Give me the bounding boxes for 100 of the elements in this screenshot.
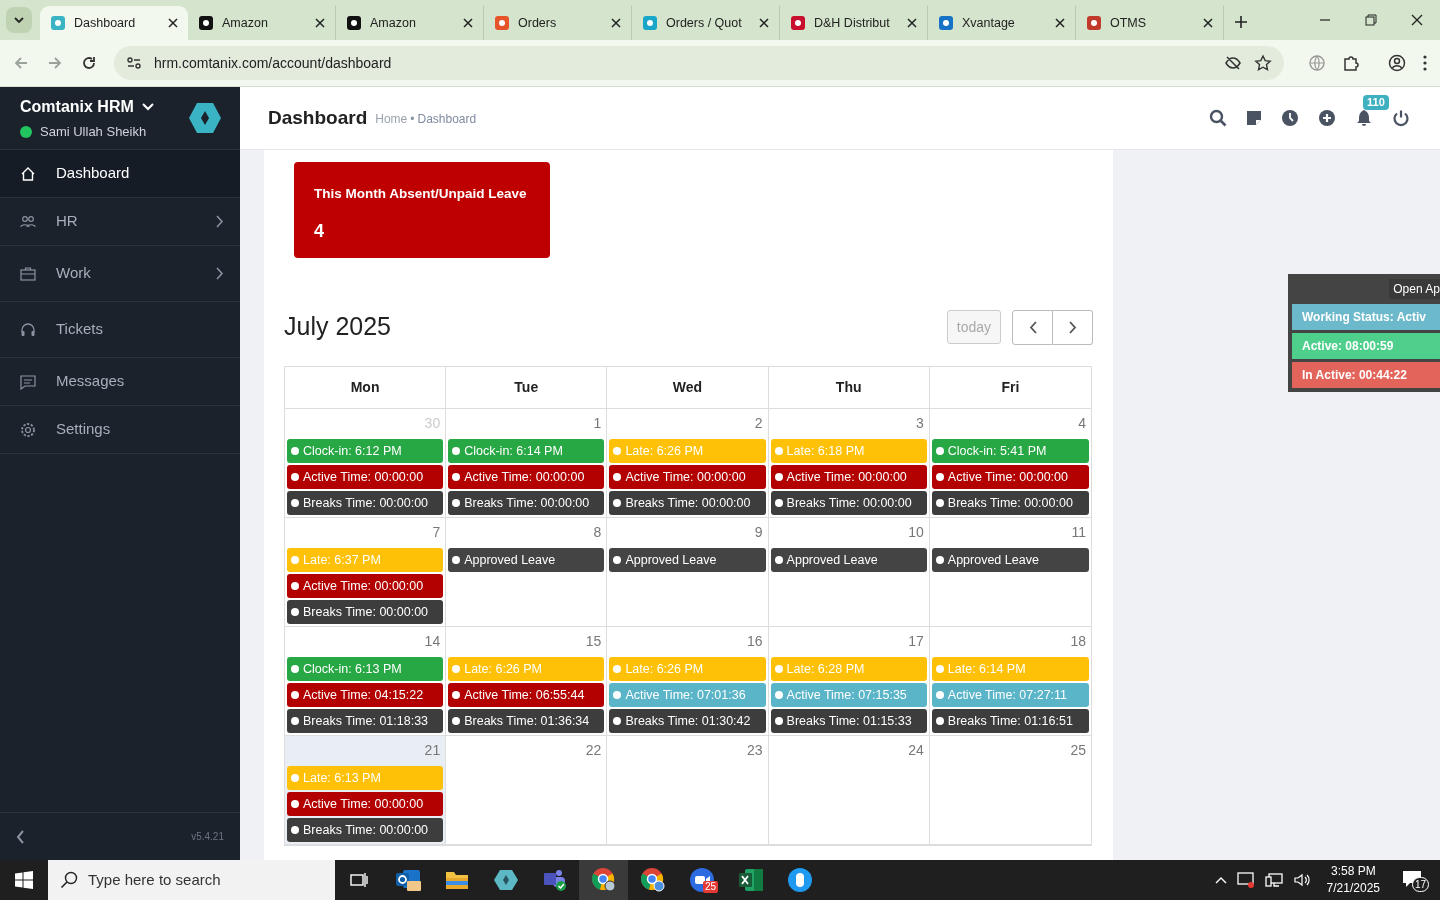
day-number[interactable]: 23 [609, 741, 766, 759]
calendar-event[interactable]: Breaks Time: 01:18:33 [287, 709, 444, 733]
calendar-event[interactable]: Active Time: 00:00:00 [287, 465, 444, 489]
calendar-event[interactable]: Approved Leave [770, 548, 927, 572]
tab-title: Orders [518, 14, 558, 32]
tab-title: Amazon [370, 14, 417, 32]
calendar-event[interactable]: Breaks Time: 01:15:33 [770, 709, 927, 733]
menu-icon[interactable] [1422, 55, 1428, 71]
day-number[interactable]: 2 [609, 414, 766, 432]
calendar-event[interactable]: Active Time: 00:00:00 [931, 465, 1089, 489]
power-icon[interactable] [1392, 109, 1410, 127]
calendar-event[interactable]: Breaks Time: 01:30:42 [609, 709, 766, 733]
calendar-event[interactable]: Breaks Time: 00:00:00 [287, 491, 444, 515]
windows-start-icon[interactable] [15, 871, 33, 889]
day-number[interactable]: 7 [287, 523, 444, 541]
day-number[interactable]: 21 [287, 741, 444, 759]
clock-icon[interactable] [1281, 109, 1299, 127]
calendar-event[interactable]: Approved Leave [609, 548, 766, 572]
sidebar-nav-item[interactable]: Dashboard [0, 150, 240, 198]
day-number[interactable]: 18 [931, 632, 1089, 650]
day-number[interactable]: 1 [448, 414, 605, 432]
calendar-event[interactable]: Breaks Time: 01:36:34 [448, 709, 605, 733]
mouse-app-icon[interactable] [786, 867, 813, 893]
chrome-icon[interactable] [639, 867, 666, 893]
bullet-icon [452, 556, 461, 564]
eye-off-icon[interactable] [1224, 54, 1242, 72]
day-number[interactable]: 15 [448, 632, 605, 650]
chevron-down-icon[interactable] [141, 102, 154, 111]
hexagon-app-icon[interactable] [493, 869, 518, 891]
calendar-event[interactable]: Breaks Time: 00:00:00 [931, 491, 1089, 515]
excel-icon[interactable] [737, 868, 764, 892]
calendar-event[interactable]: Breaks Time: 00:00:00 [287, 818, 444, 842]
sticky-note-icon[interactable] [1246, 110, 1262, 126]
speaker-icon[interactable] [1292, 871, 1311, 889]
bell-icon[interactable] [1355, 109, 1373, 127]
day-number[interactable]: 10 [770, 523, 927, 541]
calendar-event[interactable]: Approved Leave [931, 548, 1089, 572]
chevron-up-icon[interactable] [1214, 876, 1227, 884]
task-view-icon[interactable] [350, 872, 368, 888]
network-icon[interactable] [1264, 871, 1283, 889]
browser-tab[interactable]: Dashboard [40, 6, 188, 40]
day-number[interactable]: 17 [770, 632, 927, 650]
close-icon[interactable] [315, 18, 325, 28]
day-number[interactable]: 16 [609, 632, 766, 650]
puzzle-icon[interactable] [1342, 54, 1360, 72]
close-icon[interactable] [1411, 14, 1423, 26]
open-app-button[interactable]: Open Ap [1389, 279, 1440, 299]
profile-icon[interactable] [1388, 54, 1406, 72]
day-number[interactable]: 14 [287, 632, 444, 650]
calendar-event[interactable]: Active Time: 00:00:00 [770, 465, 927, 489]
close-icon[interactable] [168, 18, 178, 28]
add-icon[interactable] [1318, 109, 1336, 127]
day-number[interactable]: 3 [770, 414, 927, 432]
folder-icon[interactable] [444, 870, 469, 890]
sidebar-nav-item[interactable]: HR [0, 198, 240, 246]
calendar-event[interactable]: Active Time: 06:55:44 [448, 683, 605, 707]
taskbar-search-field[interactable]: Type here to search [48, 860, 335, 900]
close-icon[interactable] [1203, 18, 1213, 28]
close-icon[interactable] [1055, 18, 1065, 28]
new-tab-icon[interactable] [1234, 15, 1248, 29]
day-number[interactable]: 11 [931, 523, 1089, 541]
day-number[interactable]: 22 [448, 741, 605, 759]
sidebar-nav-item[interactable]: Messages [0, 358, 240, 406]
breadcrumb-link[interactable]: Dashboard [417, 109, 477, 128]
site-settings-icon[interactable] [126, 55, 142, 71]
close-icon[interactable] [759, 18, 769, 28]
calendar-event[interactable]: Breaks Time: 00:00:00 [448, 491, 605, 515]
day-number[interactable]: 25 [931, 741, 1089, 759]
day-number[interactable]: 24 [770, 741, 927, 759]
calendar-event[interactable]: Approved Leave [448, 548, 605, 572]
address-bar[interactable]: hrm.comtanix.com/account/dashboard [114, 46, 1284, 80]
calendar-event[interactable]: Breaks Time: 00:00:00 [609, 491, 766, 515]
close-icon[interactable] [463, 18, 473, 28]
calendar-event[interactable]: Active Time: 00:00:00 [448, 465, 605, 489]
calendar-event[interactable]: Breaks Time: 00:00:00 [287, 600, 444, 624]
monitor-alert-icon[interactable] [1236, 871, 1255, 889]
calendar-event[interactable]: Active Time: 00:00:00 [609, 465, 766, 489]
sidebar-nav-item[interactable]: Settings [0, 406, 240, 454]
calendar-event[interactable]: Active Time: 04:15:22 [287, 683, 444, 707]
search-icon[interactable] [1209, 109, 1227, 127]
teams-app-icon[interactable] [541, 868, 568, 892]
restore-icon[interactable] [1365, 14, 1377, 26]
mail-app-icon[interactable] [394, 868, 421, 892]
globe-icon[interactable] [1308, 54, 1326, 72]
sidebar-nav-item[interactable]: Work [0, 246, 240, 302]
calendar-event[interactable]: Breaks Time: 00:00:00 [770, 491, 927, 515]
day-number[interactable]: 8 [448, 523, 605, 541]
tab-search-button[interactable] [6, 7, 32, 33]
calendar-event[interactable]: Active Time: 00:00:00 [287, 574, 444, 598]
close-icon[interactable] [611, 18, 621, 28]
calendar-event[interactable]: Breaks Time: 01:16:51 [931, 709, 1089, 733]
sidebar-nav-item[interactable]: Tickets [0, 302, 240, 358]
calendar-event[interactable]: Active Time: 00:00:00 [287, 792, 444, 816]
day-number[interactable]: 9 [609, 523, 766, 541]
close-icon[interactable] [907, 18, 917, 28]
star-icon[interactable] [1254, 54, 1272, 72]
collapse-icon[interactable] [16, 829, 25, 844]
day-number[interactable]: 4 [931, 414, 1089, 432]
chrome-icon[interactable] [590, 867, 617, 893]
reload-icon[interactable] [80, 54, 98, 72]
